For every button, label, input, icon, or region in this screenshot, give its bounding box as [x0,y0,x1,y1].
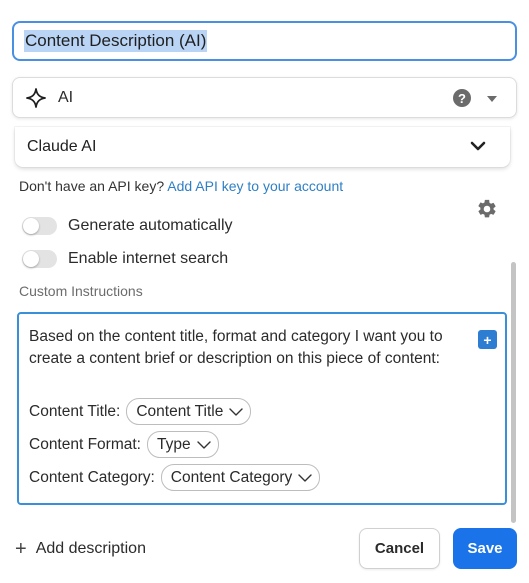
instructions-text: Based on the content title, format and c… [29,328,443,367]
internet-search-label: Enable internet search [68,250,229,267]
variable-row-title: Content Title: Content Title [29,398,252,425]
caret-down-icon[interactable] [487,96,497,102]
variable-row-category: Content Category: Content Category [29,464,321,491]
chip-label: Type [157,435,191,453]
sparkle-icon [25,87,47,109]
field-type-select[interactable]: AI ? [12,77,517,118]
field-name-input[interactable]: Content Description (AI) [12,21,517,61]
variable-label: Content Title: [29,402,121,420]
insert-variable-button[interactable]: + [478,330,497,349]
generate-automatically-row[interactable]: Generate automatically [22,217,233,235]
custom-instructions-label: Custom Instructions [19,283,143,299]
cancel-button[interactable]: Cancel [359,528,440,569]
api-key-prompt: Don't have an API key? [19,178,165,194]
save-button[interactable]: Save [453,528,517,569]
field-type-label: AI [58,88,74,106]
variable-label: Content Format: [29,435,141,453]
generate-automatically-label: Generate automatically [68,217,233,234]
scrollbar[interactable] [511,262,516,523]
chevron-down-icon [298,473,312,482]
variable-chip-content-category[interactable]: Content Category [160,464,321,491]
toggle-knob [23,251,39,267]
variable-chip-type[interactable]: Type [147,431,219,458]
ai-model-label: Claude AI [27,138,97,155]
plus-icon: + [15,538,27,560]
generate-automatically-toggle[interactable] [22,217,57,235]
add-description-label: Add description [35,540,146,557]
internet-search-toggle[interactable] [22,250,57,268]
api-key-notice: Don't have an API key? Add API key to yo… [19,178,343,194]
internet-search-row[interactable]: Enable internet search [22,250,228,268]
chevron-down-icon [229,407,244,416]
chip-label: Content Category [170,468,293,486]
gear-icon[interactable] [476,198,498,220]
ai-model-select[interactable]: Claude AI [15,127,510,167]
variable-chip-content-title[interactable]: Content Title [126,398,252,425]
custom-instructions-editor[interactable]: Based on the content title, format and c… [17,312,507,505]
chip-label: Content Title [136,402,224,420]
field-name-value: Content Description (AI) [24,30,208,52]
help-icon[interactable]: ? [453,89,471,107]
chevron-down-icon [196,440,211,449]
add-api-key-link[interactable]: Add API key to your account [167,178,343,194]
toggle-knob [23,218,39,234]
add-description-button[interactable]: + Add description [15,538,146,560]
chevron-down-icon[interactable] [470,139,486,157]
variable-row-format: Content Format: Type [29,431,219,458]
variable-label: Content Category: [29,468,155,486]
